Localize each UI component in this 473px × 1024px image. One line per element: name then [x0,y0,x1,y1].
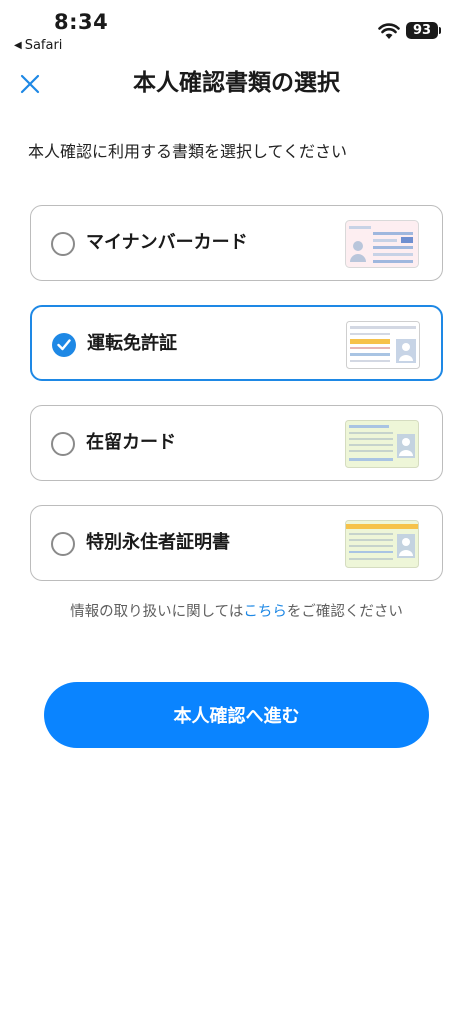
battery-level: 93 [412,23,432,38]
option-label: マイナンバーカード [86,232,248,253]
proceed-to-verification-button[interactable]: 本人確認へ進む [44,682,429,748]
notice-text-after: をご確認ください [286,604,403,620]
option-my-number-card[interactable]: マイナンバーカード [30,205,443,281]
radio-button[interactable] [51,432,75,456]
wifi-icon [378,23,400,39]
privacy-notice: 情報の取り扱いに関してはこちらをご確認ください [0,600,473,624]
battery-indicator: 93 [406,22,438,39]
notice-text-before: 情報の取り扱いに関しては [70,604,244,620]
residence-card-icon [345,420,419,468]
instruction-text: 本人確認に利用する書類を選択してください [28,142,348,161]
close-icon[interactable] [18,72,42,96]
drivers-license-icon [346,321,420,369]
status-time: 8:34 [54,10,109,34]
special-permanent-resident-certificate-icon [345,520,419,568]
back-app-label: Safari [24,38,63,53]
radio-button-checked[interactable] [52,333,76,357]
radio-button[interactable] [51,532,75,556]
back-to-app-link[interactable]: ◀ Safari [14,38,62,53]
option-special-permanent-resident-certificate[interactable]: 特別永住者証明書 [30,505,443,581]
privacy-policy-link[interactable]: こちら [243,604,287,620]
page-title: 本人確認書類の選択 [133,70,340,96]
my-number-card-icon [345,220,419,268]
back-triangle-icon: ◀ [14,40,22,51]
option-residence-card[interactable]: 在留カード [30,405,443,481]
option-drivers-license[interactable]: 運転免許証 [30,305,443,381]
radio-button[interactable] [51,232,75,256]
checkmark-icon [57,339,71,351]
identity-document-selection-screen: 8:34 ◀ Safari 93 本人確認書類の選択 本人確認に利用する書類を選… [0,0,473,1024]
option-label: 在留カード [86,432,176,453]
status-bar: 8:34 ◀ Safari 93 [0,0,473,58]
option-label: 特別永住者証明書 [86,532,230,553]
battery-tip [439,27,441,34]
option-label: 運転免許証 [87,333,177,354]
